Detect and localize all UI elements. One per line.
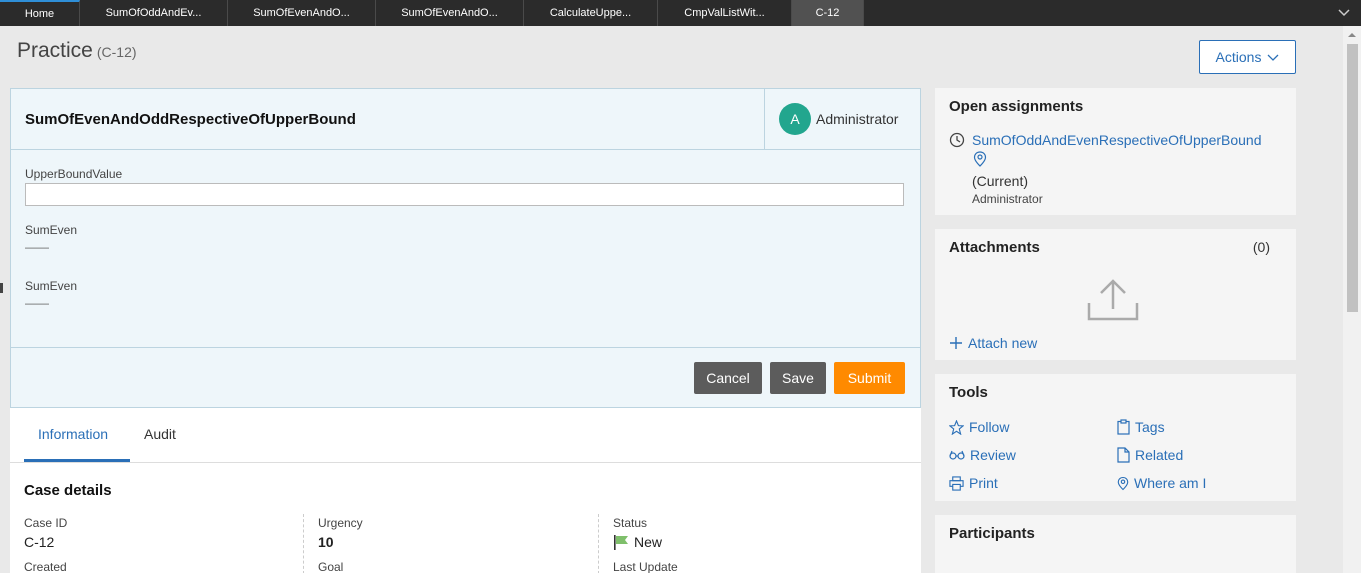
assignment-panel: SumOfEvenAndOddRespectiveOfUpperBound A … [10,88,921,408]
tool-print[interactable]: Print [949,475,998,491]
last-update-label: Last Update [613,560,678,573]
chevron-down-icon[interactable] [1337,5,1351,19]
assignment-user-name: Administrator [816,111,899,127]
upper-bound-label: UpperBoundValue [25,167,123,181]
tab-information[interactable]: Information [38,426,108,442]
tool-related-label: Related [1135,447,1184,463]
urgency-label: Urgency [318,516,363,530]
current-marker: (Current) [972,173,1029,189]
assignee-name: Administrator [972,192,1043,206]
column-divider [598,514,599,573]
status-label: Status [613,516,648,530]
attach-new-label: Attach new [968,335,1038,351]
upload-icon[interactable] [1087,277,1139,321]
case-id-value: C-12 [24,534,55,550]
printer-icon [949,475,964,491]
chevron-down-icon [1267,54,1279,61]
sum-even-value-1: —— [25,240,49,254]
avatar: A [779,103,811,135]
scroll-up-arrow-icon[interactable] [1347,30,1357,40]
urgency-value: 10 [318,534,334,550]
open-assignments-panel: Open assignments SumOfOddAndEvenRespecti… [935,88,1296,215]
location-pin-icon[interactable] [973,151,987,167]
sum-even-label-1: SumEven [25,223,78,237]
case-info-section: Information Audit Case details Case ID C… [10,408,921,573]
left-edge-handle [0,283,3,293]
attachments-title: Attachments [949,239,1040,256]
workspace-tab-bar: Home SumOfOddAndEv... SumOfEvenAndO... S… [0,0,1361,26]
tool-review-label: Review [970,447,1016,463]
tool-where-am-i[interactable]: Where am I [1117,475,1206,491]
info-tab-strip: Information Audit [10,408,921,463]
submit-button[interactable]: Submit [834,362,905,394]
tab-c12[interactable]: C-12 [792,0,864,26]
active-tab-indicator [24,459,130,462]
actions-label: Actions [1215,49,1262,65]
assignment-user: A Administrator [764,89,920,149]
tool-tags[interactable]: Tags [1117,419,1165,435]
tab-sum-even-odd-1[interactable]: SumOfEvenAndO... [228,0,376,26]
assignment-header: SumOfEvenAndOddRespectiveOfUpperBound A … [11,89,920,150]
clipboard-icon [1117,419,1130,435]
tools-title: Tools [949,384,988,401]
attachments-panel: Attachments (0) Attach new [935,229,1296,360]
attach-new-link[interactable]: Attach new [949,335,1037,351]
case-details-title: Case details [24,482,112,499]
status-value: New [613,534,662,550]
attachments-count: (0) [1252,239,1270,255]
tool-review[interactable]: Review [949,447,1016,463]
tab-calculate-upper[interactable]: CalculateUppe... [524,0,658,26]
scrollbar-thumb[interactable] [1347,44,1358,312]
star-icon [949,419,964,435]
assignment-footer-divider [11,347,920,348]
sum-even-label-2: SumEven [25,279,78,293]
page-case-id: (C-12) [96,44,137,60]
open-assignment-link[interactable]: SumOfOddAndEvenRespectiveOfUpperBound [972,132,1262,148]
plus-icon [950,337,962,349]
tool-print-label: Print [969,475,998,491]
clock-icon [949,132,965,148]
participants-title: Participants [949,525,1035,542]
tab-sum-odd-even[interactable]: SumOfOddAndEv... [80,0,228,26]
glasses-icon [949,450,965,460]
tools-panel: Tools Follow Tags Review Related Print W… [935,374,1296,501]
created-label: Created [24,560,67,573]
actions-button[interactable]: Actions [1199,40,1296,74]
page-title: Practice (C-12) [17,39,137,63]
upper-bound-input[interactable] [25,183,904,206]
goal-label: Goal [318,560,344,573]
column-divider [303,514,304,573]
tool-follow-label: Follow [969,419,1010,435]
participants-panel: Participants [935,515,1296,573]
assignment-title: SumOfEvenAndOddRespectiveOfUpperBound [25,111,356,128]
save-button[interactable]: Save [770,362,826,394]
open-assignments-title: Open assignments [949,98,1084,115]
document-icon [1117,447,1130,463]
tool-where-am-i-label: Where am I [1134,475,1207,491]
tool-tags-label: Tags [1135,419,1165,435]
flag-icon [614,535,628,550]
location-pin-icon [1117,476,1129,490]
tab-sum-even-odd-2[interactable]: SumOfEvenAndO... [376,0,524,26]
status-text: New [634,534,663,550]
cancel-button[interactable]: Cancel [694,362,762,394]
case-id-label: Case ID [24,516,68,530]
tab-cmp-val-list[interactable]: CmpValListWit... [658,0,792,26]
tab-home[interactable]: Home [0,0,80,26]
page-title-text: Practice [17,39,93,62]
tab-audit[interactable]: Audit [144,426,176,442]
tool-related[interactable]: Related [1117,447,1183,463]
tool-follow[interactable]: Follow [949,419,1009,435]
sum-even-value-2: —— [25,296,49,310]
